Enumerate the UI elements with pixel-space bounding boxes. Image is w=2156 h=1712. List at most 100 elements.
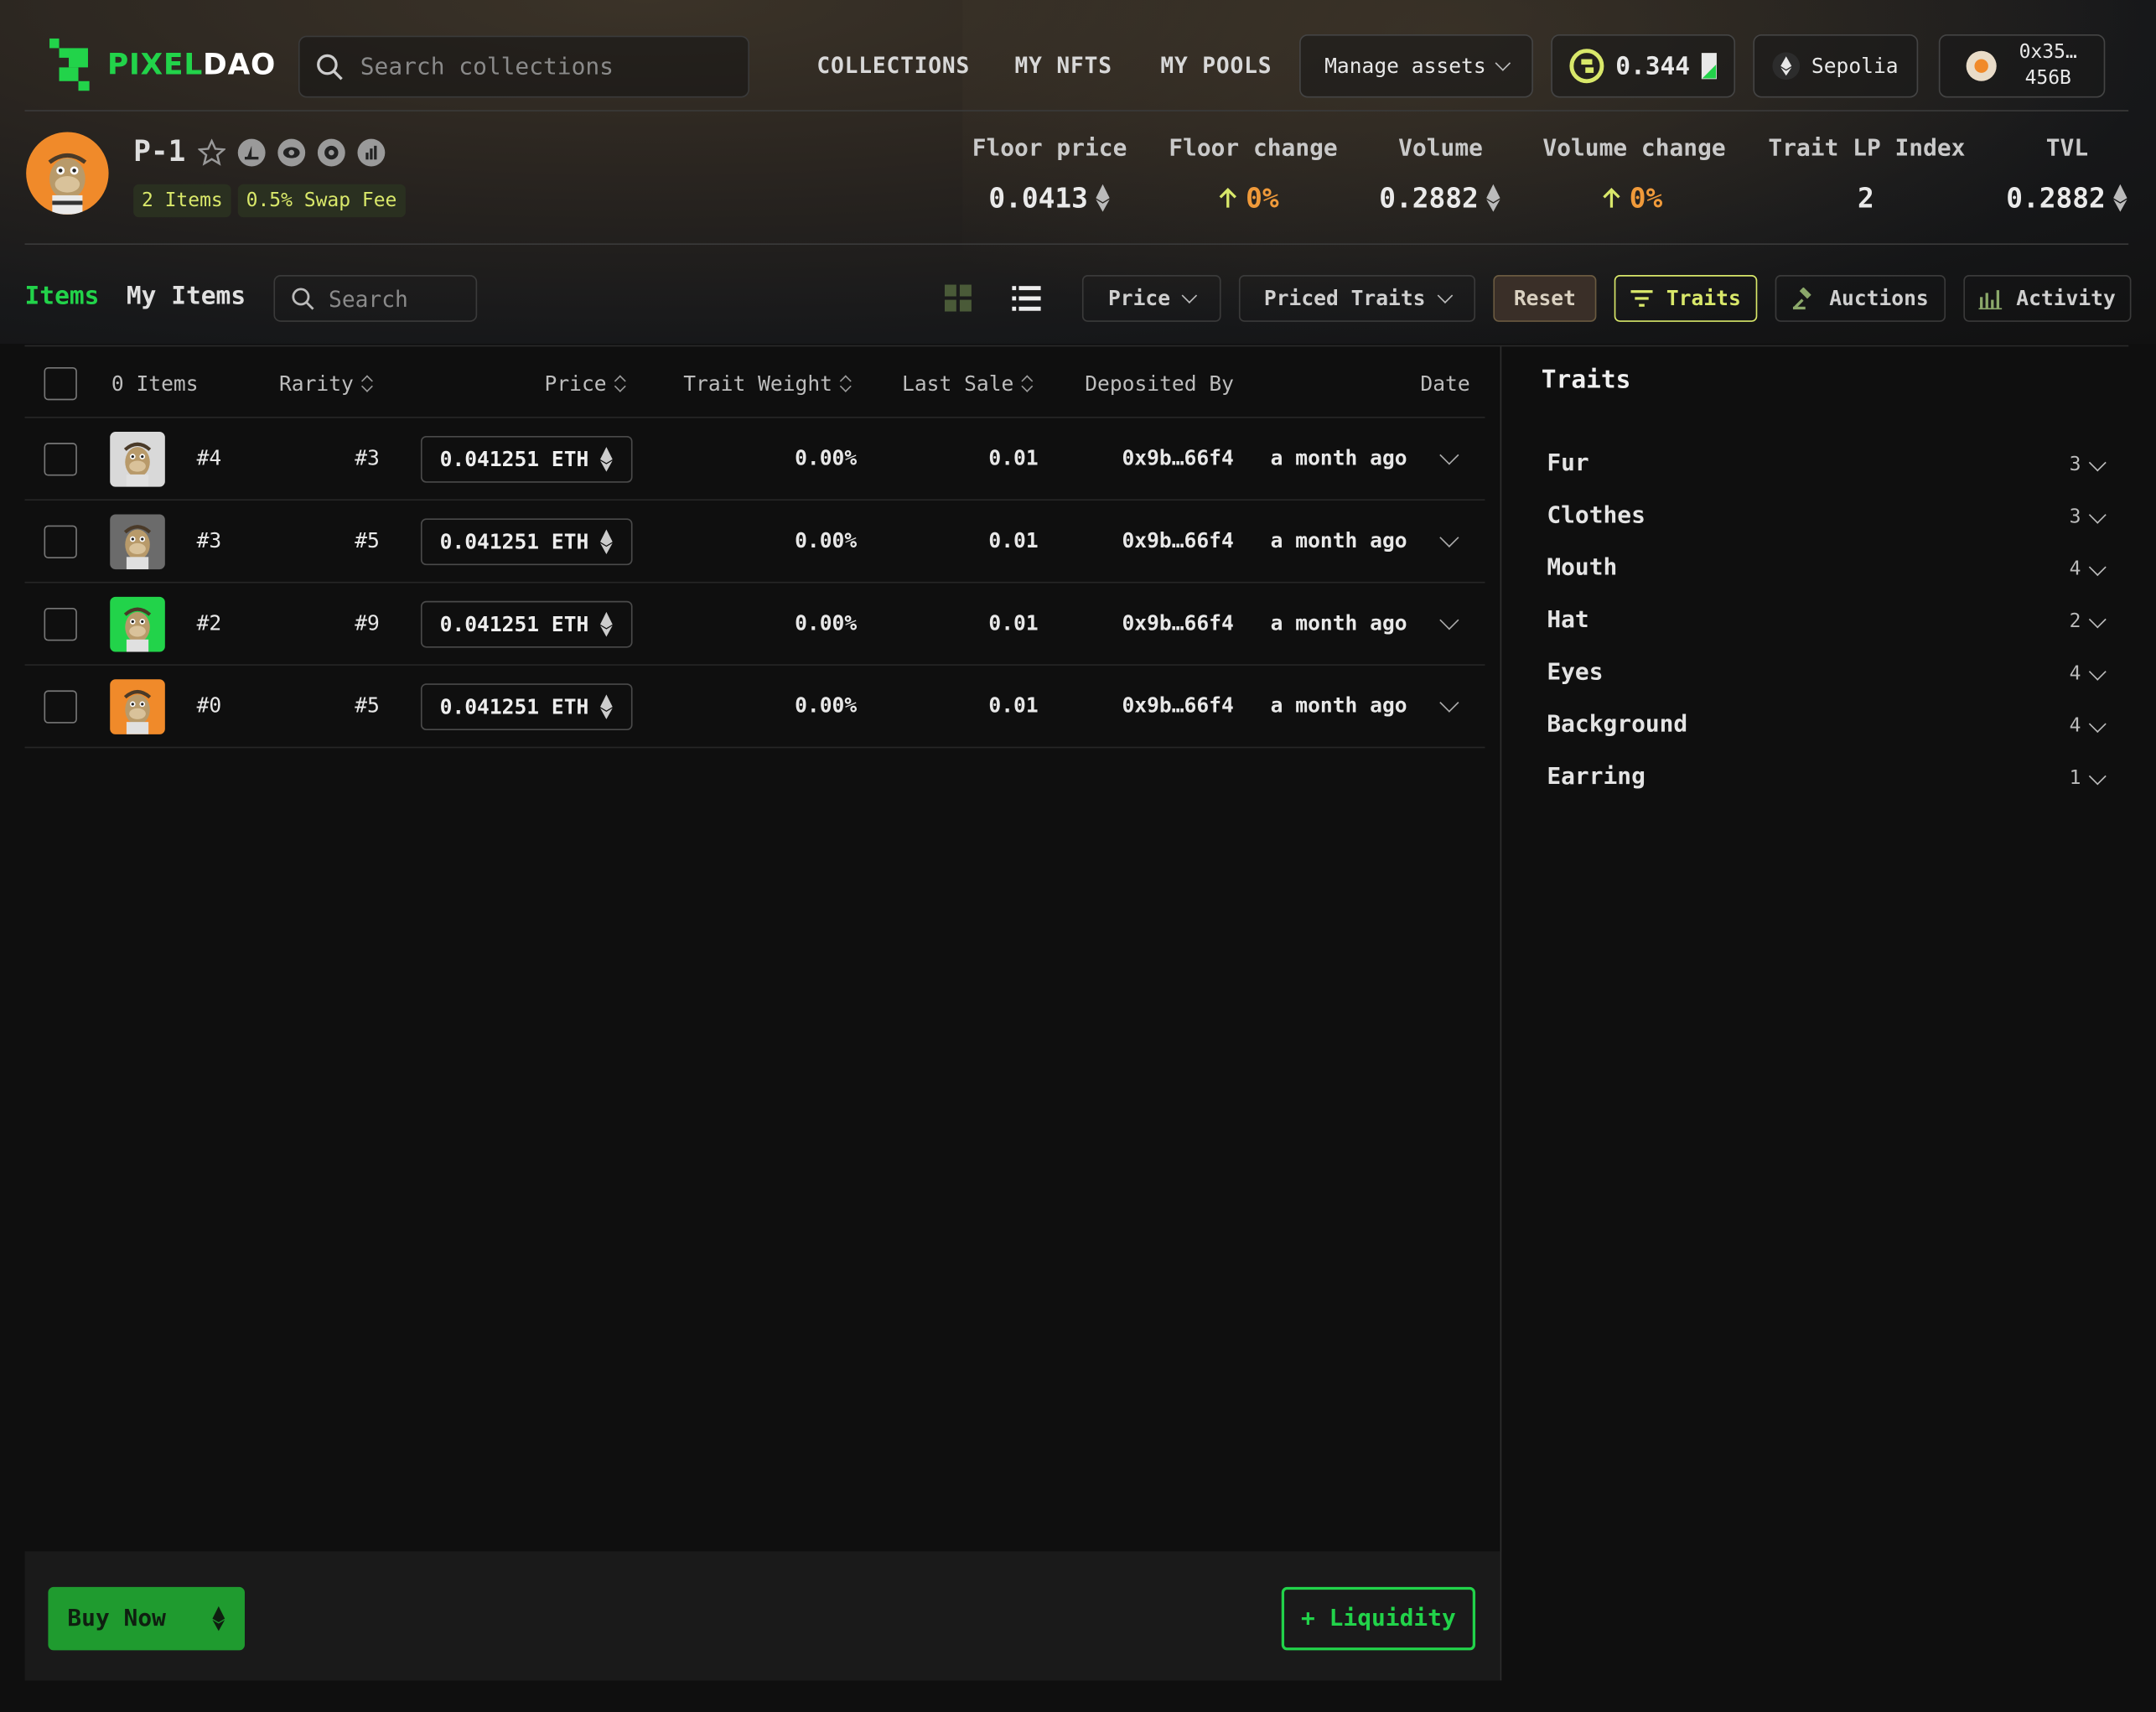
- row-price[interactable]: 0.041251 ETH: [420, 518, 633, 566]
- row-last-sale: 0.01: [988, 693, 1039, 719]
- header-divider: [24, 110, 2129, 112]
- activity-button[interactable]: Activity: [1963, 275, 2132, 322]
- ethereum-icon: [1772, 52, 1801, 80]
- collections-search-input[interactable]: [360, 53, 691, 80]
- trait-count[interactable]: 3: [2070, 506, 2107, 528]
- trait-count[interactable]: 1: [2070, 766, 2107, 790]
- buy-now-button[interactable]: Buy Now: [48, 1586, 245, 1651]
- arrow-up-icon: [1603, 188, 1620, 208]
- manage-assets-label: Manage assets: [1324, 53, 1486, 79]
- auctions-button[interactable]: Auctions: [1775, 275, 1946, 322]
- trait-eyes[interactable]: Eyes: [1547, 659, 1603, 687]
- items-search[interactable]: [273, 275, 478, 322]
- logo[interactable]: PIXELDAO: [49, 38, 276, 91]
- items-search-input[interactable]: [329, 285, 467, 312]
- header-last-sale[interactable]: Last Sale: [902, 371, 1033, 397]
- row-price[interactable]: 0.041251 ETH: [420, 435, 633, 483]
- wallet-address-line2: 456B: [2024, 67, 2071, 90]
- bar-chart-icon: [1979, 290, 2003, 310]
- trait-count[interactable]: 2: [2070, 610, 2107, 633]
- etherscan-icon[interactable]: [317, 138, 345, 167]
- row-date: a month ago: [1270, 527, 1407, 553]
- stat-floor-change-value: 0%: [1218, 182, 1279, 215]
- stat-tvl-value: 0.2882: [2006, 182, 2127, 215]
- nav-my-pools[interactable]: MY POOLS: [1160, 52, 1272, 78]
- collection-divider: [24, 243, 2129, 245]
- traits-toggle-button[interactable]: Traits: [1614, 275, 1758, 322]
- row-deposited-by[interactable]: 0x9b…66f4: [1122, 445, 1233, 470]
- nft-thumbnail[interactable]: [110, 679, 165, 734]
- row-checkbox[interactable]: [44, 443, 77, 476]
- price-filter-button[interactable]: Price: [1081, 275, 1221, 322]
- reset-button[interactable]: Reset: [1493, 275, 1597, 322]
- collections-search[interactable]: [298, 35, 749, 98]
- grid-view-icon[interactable]: [944, 284, 972, 313]
- chevron-down-icon[interactable]: [1439, 445, 1459, 465]
- tab-my-items[interactable]: My Items: [127, 282, 246, 310]
- chevron-down-icon: [2089, 766, 2107, 785]
- star-icon[interactable]: [198, 138, 226, 167]
- trait-count[interactable]: 3: [2070, 453, 2107, 476]
- nft-thumbnail[interactable]: [110, 432, 165, 487]
- row-checkbox[interactable]: [44, 525, 77, 558]
- row-last-sale: 0.01: [988, 610, 1039, 636]
- sort-icon: [841, 374, 852, 393]
- trait-fur[interactable]: Fur: [1547, 449, 1588, 477]
- chevron-down-icon: [2089, 714, 2107, 733]
- row-checkbox[interactable]: [44, 690, 77, 724]
- stat-volume-change-label: Volume change: [1542, 134, 1726, 163]
- header-price[interactable]: Price: [545, 371, 626, 397]
- looksrare-icon[interactable]: [277, 138, 306, 167]
- trait-earring[interactable]: Earring: [1547, 763, 1646, 791]
- trait-count[interactable]: 4: [2070, 558, 2107, 580]
- trait-hat[interactable]: Hat: [1547, 606, 1588, 634]
- select-all-checkbox[interactable]: [44, 366, 77, 401]
- chevron-down-icon: [1437, 288, 1453, 303]
- page: PIXELDAO COLLECTIONS MY NFTS MY POOLS Ma…: [0, 0, 2156, 1712]
- row-deposited-by[interactable]: 0x9b…66f4: [1122, 528, 1233, 553]
- priced-traits-filter-button[interactable]: Priced Traits: [1238, 275, 1476, 322]
- trait-background[interactable]: Background: [1547, 711, 1687, 739]
- eth-icon: [1486, 184, 1500, 212]
- add-liquidity-button[interactable]: + Liquidity: [1281, 1586, 1476, 1651]
- chevron-down-icon[interactable]: [1439, 693, 1459, 713]
- row-price[interactable]: 0.041251 ETH: [420, 683, 633, 730]
- network-selector[interactable]: Sepolia: [1753, 34, 1919, 98]
- manage-assets-button[interactable]: Manage assets: [1299, 34, 1533, 98]
- row-checkbox[interactable]: [44, 608, 77, 641]
- nav-collections[interactable]: COLLECTIONS: [816, 52, 970, 78]
- trait-clothes[interactable]: Clothes: [1547, 502, 1646, 530]
- nft-thumbnail[interactable]: [110, 596, 165, 652]
- wallet-button[interactable]: 0x35… 456B: [1938, 34, 2106, 98]
- chevron-down-icon: [2089, 506, 2107, 523]
- collection-avatar: [26, 132, 109, 215]
- trait-count[interactable]: 4: [2070, 662, 2107, 685]
- chevron-down-icon[interactable]: [1439, 610, 1459, 630]
- header-rarity[interactable]: Rarity: [279, 371, 373, 397]
- row-rarity: #3: [355, 445, 380, 470]
- stat-trait-lp-index-label: Trait LP Index: [1768, 134, 1966, 163]
- gavel-icon: [1793, 287, 1812, 309]
- list-view-icon[interactable]: [1012, 285, 1041, 313]
- balance-display[interactable]: 0.344: [1551, 34, 1736, 98]
- trait-count[interactable]: 4: [2070, 714, 2107, 737]
- row-deposited-by[interactable]: 0x9b…66f4: [1122, 610, 1233, 636]
- tab-items[interactable]: Items: [25, 282, 100, 310]
- nav-my-nfts[interactable]: MY NFTS: [1015, 52, 1112, 78]
- row-item-id: #4: [196, 445, 222, 470]
- eth-icon: [600, 611, 614, 637]
- row-divider: [24, 664, 1485, 666]
- chart-icon[interactable]: [357, 138, 386, 167]
- row-price[interactable]: 0.041251 ETH: [420, 600, 633, 648]
- chevron-down-icon[interactable]: [1439, 527, 1459, 547]
- header-items: 0 Items: [111, 371, 199, 397]
- bottom-action-bar: [24, 1551, 1500, 1681]
- chevron-down-icon: [2089, 558, 2107, 576]
- nft-thumbnail[interactable]: [110, 514, 165, 570]
- row-date: a month ago: [1270, 610, 1407, 636]
- opensea-icon[interactable]: [237, 138, 266, 167]
- eth-icon: [600, 694, 614, 719]
- trait-mouth[interactable]: Mouth: [1547, 554, 1617, 582]
- row-deposited-by[interactable]: 0x9b…66f4: [1122, 693, 1233, 719]
- header-trait-weight[interactable]: Trait Weight: [683, 371, 852, 397]
